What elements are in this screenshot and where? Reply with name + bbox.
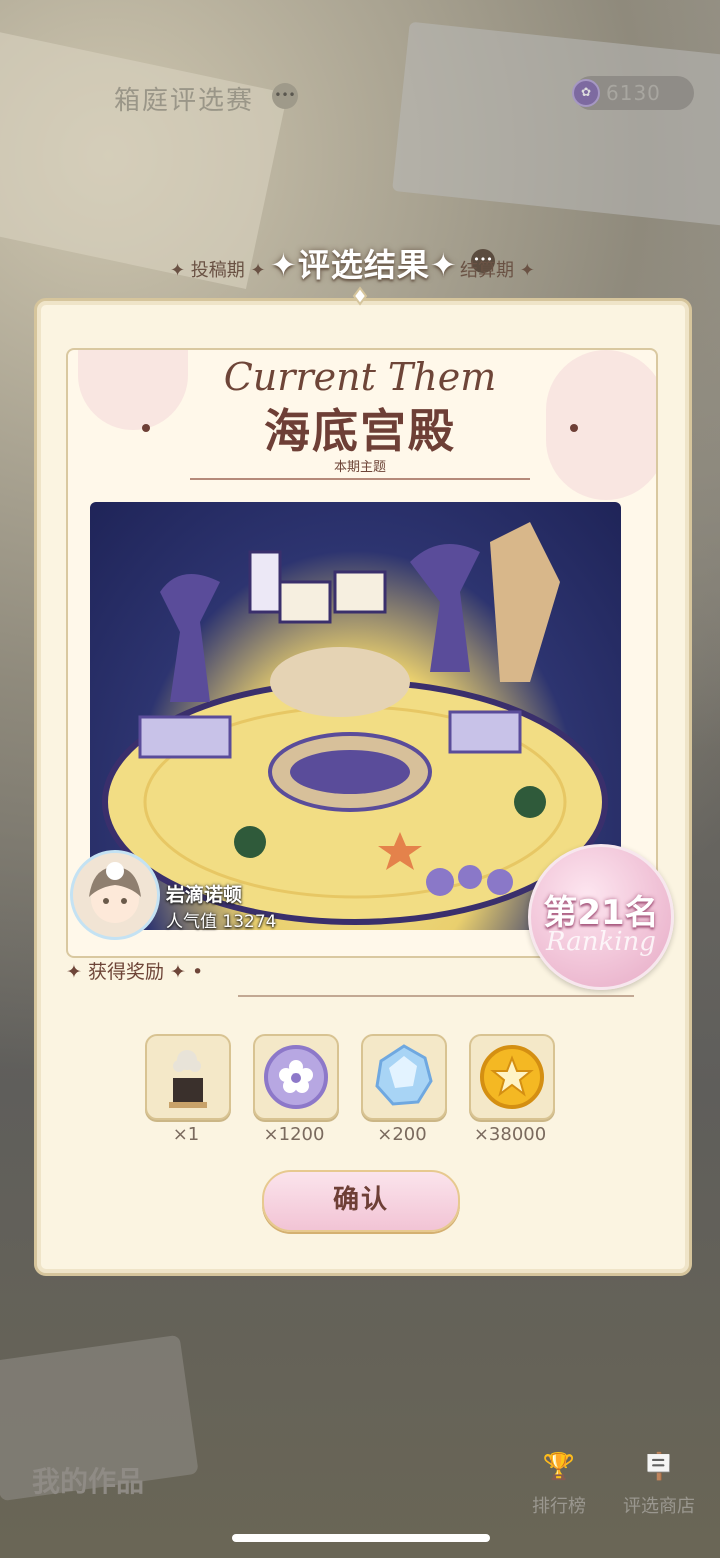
theme-script-title: Current Them — [223, 355, 497, 399]
shop-button[interactable]: 🪧 评选商店 — [614, 1444, 704, 1518]
author-avatar[interactable] — [70, 850, 160, 940]
theme-name: 海底宫殿 — [264, 404, 456, 458]
reward-item[interactable] — [469, 1034, 555, 1120]
reward-qty: ×1200 — [263, 1124, 325, 1145]
shop-label: 评选商店 — [623, 1496, 695, 1517]
reward-item[interactable] — [145, 1034, 231, 1120]
currency-display[interactable]: ✿ 6130 — [572, 76, 694, 110]
currency-value: 6130 — [606, 81, 661, 105]
leaderboard-label: 排行榜 — [532, 1496, 586, 1517]
rewards-title: ✦ 获得奖励 ✦ • — [66, 961, 204, 983]
rewards-divider — [238, 995, 634, 997]
reward-item[interactable] — [361, 1034, 447, 1120]
rank-script: Ranking — [546, 927, 656, 957]
blue-crystal-icon — [375, 1044, 433, 1106]
phase-submission: ✦ 投稿期 ✦ — [170, 260, 266, 281]
confirm-button[interactable]: 确认 — [262, 1170, 460, 1232]
room-illustration — [102, 522, 608, 925]
more-icon[interactable]: ••• — [272, 83, 298, 109]
reward-qty: ×1 — [172, 1124, 200, 1145]
furniture-item-icon — [169, 1050, 207, 1108]
phase-result-label: 评选结果 — [297, 246, 430, 284]
author-name: 岩滴诺顿 — [166, 884, 243, 906]
purple-flower-coin-icon: ✿ — [572, 79, 600, 107]
room-showcase-image[interactable] — [90, 502, 621, 930]
shop-sign-icon: 🪧 — [642, 1452, 676, 1482]
theme-divider — [190, 478, 530, 480]
panel-crest-icon — [352, 286, 368, 306]
event-title: 箱庭评选赛 — [114, 86, 255, 116]
rank-badge: 第21名 Ranking — [528, 844, 674, 990]
phase-result-title: ✦评选结果✦ — [270, 246, 458, 284]
popularity-value: 人气值 13274 — [166, 912, 277, 932]
leaderboard-button[interactable]: 🏆 排行榜 — [514, 1444, 604, 1518]
my-works-button[interactable]: 我的作品 — [32, 1460, 144, 1500]
theme-subtitle: 本期主题 — [333, 460, 386, 475]
decorative-dot — [570, 424, 578, 432]
purple-flower-coin-icon — [264, 1045, 328, 1109]
home-indicator[interactable] — [232, 1534, 490, 1542]
reward-item[interactable] — [253, 1034, 339, 1120]
phase-settlement: 结算期 ✦ — [460, 260, 535, 281]
reward-qty: ×200 — [377, 1124, 427, 1145]
gold-star-coin-icon — [480, 1045, 544, 1109]
trophy-icon: 🏆 — [542, 1452, 576, 1482]
reward-qty: ×38000 — [473, 1124, 547, 1145]
decorative-dot — [142, 424, 150, 432]
